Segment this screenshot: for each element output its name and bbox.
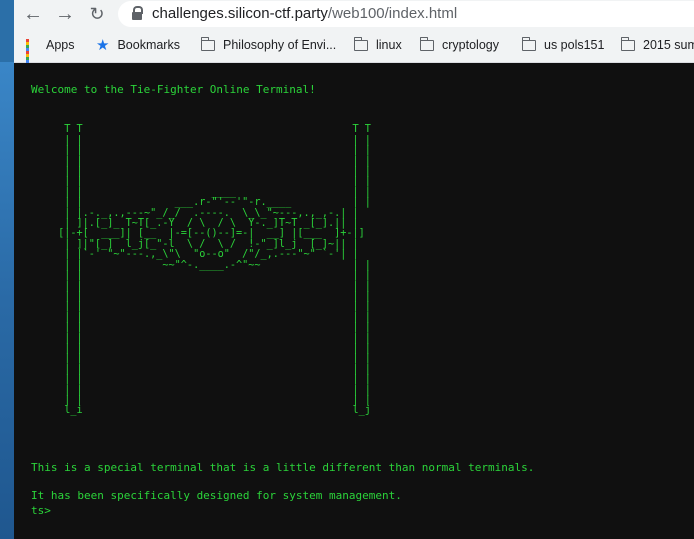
terminal[interactable]: Welcome to the Tie-Fighter Online Termin… (14, 63, 694, 539)
back-arrow-icon[interactable]: ← (22, 3, 44, 25)
url-host: challenges.silicon-ctf.party (152, 5, 328, 22)
url-text[interactable]: challenges.silicon-ctf.party/web100/inde… (152, 5, 457, 22)
bookmark-label: Philosophy of Envi... (223, 38, 337, 52)
lock-icon[interactable] (132, 6, 143, 20)
star-icon: ★ (96, 37, 110, 54)
bookmark-label: Bookmarks (117, 38, 180, 52)
address-bar[interactable]: challenges.silicon-ctf.party/web100/inde… (118, 1, 694, 27)
bookmark-label: linux (376, 38, 402, 52)
apps-grid-icon (26, 39, 38, 66)
bookmark-apps[interactable]: Apps (26, 31, 75, 66)
bookmark-2015-sum[interactable]: 2015 sum (620, 31, 694, 59)
bookmark-philosophy[interactable]: Philosophy of Envi... (200, 31, 337, 59)
folder-icon (353, 36, 368, 51)
navigation-bar: ← → ↻ challenges.silicon-ctf.party/web10… (14, 0, 694, 28)
bookmark-cryptology[interactable]: cryptology (419, 31, 499, 59)
forward-arrow-icon[interactable]: → (54, 3, 76, 25)
bookmark-label: 2015 sum (643, 38, 694, 52)
bookmark-us-pols151[interactable]: us pols151 (521, 31, 605, 59)
bookmark-label: Apps (46, 38, 75, 52)
folder-icon (521, 36, 536, 51)
bookmark-bookmarks[interactable]: ★ Bookmarks (96, 31, 180, 59)
url-path: /web100/index.html (327, 5, 458, 22)
reload-icon[interactable]: ↻ (86, 3, 108, 25)
desktop-background (0, 62, 14, 539)
folder-icon (620, 36, 635, 51)
folder-icon (200, 36, 215, 51)
bookmarks-bar: Apps ★ Bookmarks Philosophy of Envi... l… (14, 31, 694, 66)
browser-chrome: ← → ↻ challenges.silicon-ctf.party/web10… (14, 0, 694, 66)
bookmark-label: us pols151 (544, 38, 605, 52)
bookmark-label: cryptology (442, 38, 499, 52)
welcome-message: Welcome to the Tie-Fighter Online Termin… (31, 83, 316, 96)
bookmark-linux[interactable]: linux (353, 31, 402, 59)
info-line-1: This is a special terminal that is a lit… (31, 461, 535, 474)
tie-fighter-ascii-art: _ _ T T T T | | | | | | | | | | | | | | … (58, 114, 371, 417)
command-prompt[interactable]: ts> (31, 505, 51, 516)
info-line-2: It has been specifically designed for sy… (31, 489, 402, 502)
folder-icon (419, 36, 434, 51)
